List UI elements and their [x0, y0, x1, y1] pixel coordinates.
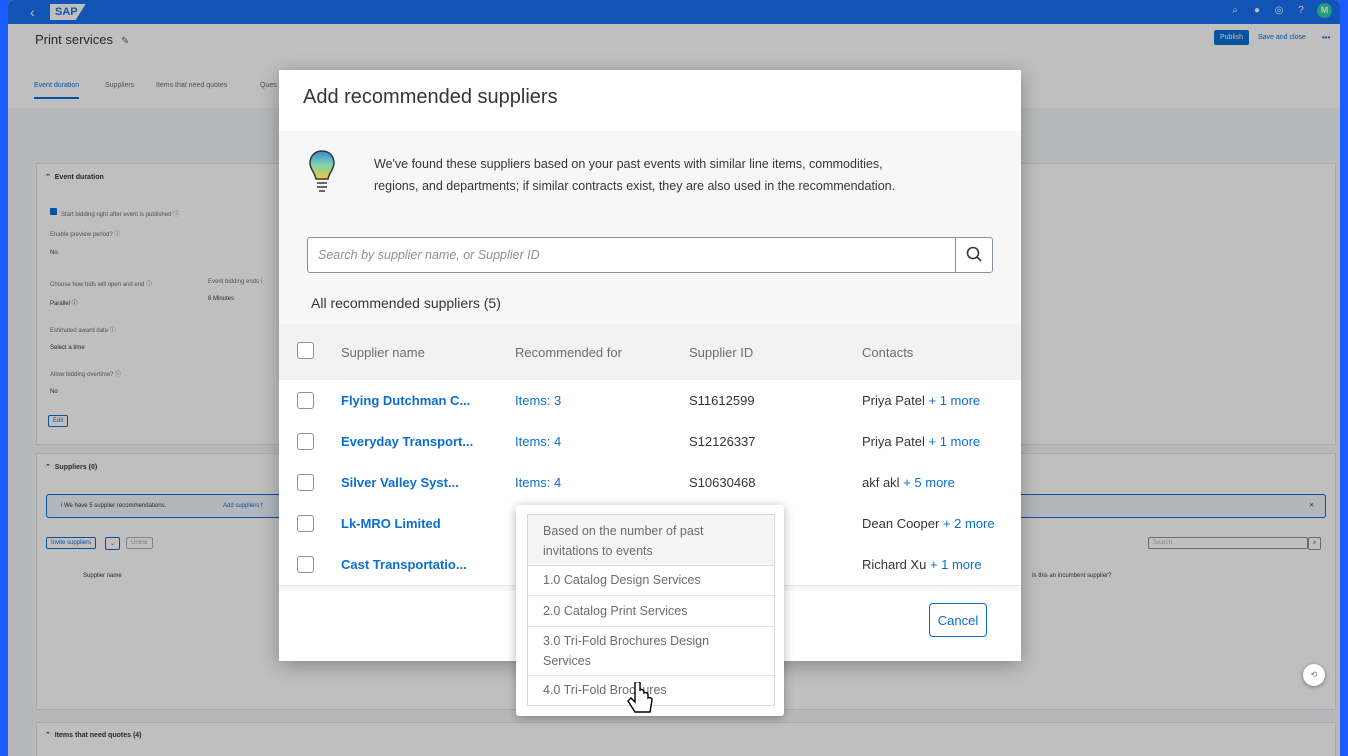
recommended-items-link[interactable]: Items: 4 [515, 434, 561, 449]
search-button[interactable] [955, 238, 992, 272]
popover-item[interactable]: 2.0 Catalog Print Services [528, 596, 774, 627]
recommendation-info: We've found these suppliers based on you… [374, 157, 896, 193]
row-checkbox[interactable] [297, 474, 314, 491]
row-checkbox[interactable] [297, 433, 314, 450]
table-header: Supplier name Recommended for Supplier I… [279, 324, 1021, 380]
col-supplier-name: Supplier name [341, 345, 425, 360]
pointer-cursor-icon [627, 682, 653, 713]
cancel-button[interactable]: Cancel [929, 603, 987, 637]
col-recommended-for: Recommended for [515, 345, 622, 360]
row-checkbox[interactable] [297, 556, 314, 573]
assistant-fab-icon[interactable]: ⟲ [1303, 664, 1325, 686]
popover-list: Based on the number of past invitations … [527, 514, 775, 706]
supplier-name-link[interactable]: Cast Transportatio... [341, 557, 467, 572]
contacts: akf akl + 5 more [862, 475, 955, 490]
popover-item[interactable]: 3.0 Tri-Fold Brochures Design Services [528, 627, 774, 676]
recommended-items-link[interactable]: Items: 4 [515, 475, 561, 490]
supplier-name-link[interactable]: Flying Dutchman C... [341, 393, 470, 408]
recommended-items-link[interactable]: Items: 3 [515, 393, 561, 408]
more-contacts-link[interactable]: + 5 more [903, 475, 955, 490]
popover-header-text: Based on the number of past invitations … [543, 524, 704, 558]
contacts: Richard Xu + 1 more [862, 557, 982, 572]
supplier-search[interactable] [307, 237, 993, 273]
select-all-checkbox[interactable] [297, 342, 314, 359]
col-contacts: Contacts [862, 345, 914, 360]
contacts: Priya Patel + 1 more [862, 434, 981, 449]
popover-header: Based on the number of past invitations … [528, 515, 774, 566]
dialog-header: Add recommended suppliers [279, 70, 1021, 131]
supplier-name-link[interactable]: Lk-MRO Limited [341, 516, 441, 531]
table-row[interactable]: Flying Dutchman C... Items: 3 S11612599 … [279, 380, 1021, 422]
supplier-name-link[interactable]: Silver Valley Syst... [341, 475, 459, 490]
contacts: Priya Patel + 1 more [862, 393, 981, 408]
suppliers-count: All recommended suppliers (5) [311, 295, 501, 311]
supplier-id: S11612599 [689, 393, 755, 408]
more-contacts-link[interactable]: + 1 more [929, 434, 981, 449]
row-checkbox[interactable] [297, 392, 314, 409]
supplier-id: S12126337 [689, 434, 756, 449]
more-contacts-link[interactable]: + 1 more [929, 393, 981, 408]
table-row[interactable]: Everyday Transport... Items: 4 S12126337… [279, 421, 1021, 463]
more-contacts-link[interactable]: + 2 more [943, 516, 995, 531]
popover-item[interactable]: 1.0 Catalog Design Services [528, 565, 774, 596]
col-supplier-id: Supplier ID [689, 345, 754, 360]
more-contacts-link[interactable]: + 1 more [930, 557, 982, 572]
lightbulb-icon [309, 150, 335, 192]
contacts: Dean Cooper + 2 more [862, 516, 995, 531]
table-row[interactable]: Silver Valley Syst... Items: 4 S10630468… [279, 462, 1021, 504]
row-checkbox[interactable] [297, 515, 314, 532]
supplier-name-link[interactable]: Everyday Transport... [341, 434, 473, 449]
dialog-title: Add recommended suppliers [303, 86, 558, 108]
search-input[interactable] [308, 238, 960, 272]
app-frame: ‹ SAP ⌕ ● ◎ ? M Print services ✎ Publish … [8, 0, 1340, 756]
supplier-id: S10630468 [689, 475, 756, 490]
search-icon [966, 246, 982, 262]
